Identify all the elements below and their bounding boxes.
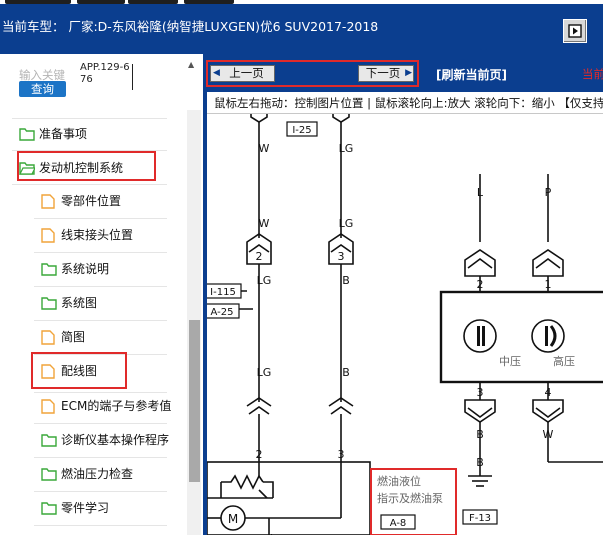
document-icon [41, 330, 55, 345]
sidebar-divider [34, 525, 167, 526]
sidebar-item-label: 系统说明 [61, 262, 110, 276]
wire-color-label: LG [339, 217, 354, 230]
sidebar-item-label: 准备事项 [39, 127, 88, 141]
sidebar-divider [34, 286, 167, 287]
next-page-button[interactable]: 下一页 ▶ [358, 65, 414, 82]
highlight-box-engine [17, 151, 156, 181]
sidebar-item-label: 诊断仪基本操作程序 [61, 433, 170, 447]
pin-number: 2 [256, 250, 263, 263]
highlight-box-wiring [31, 352, 127, 389]
wire-color-label: LG [257, 274, 272, 287]
sidebar-item-label: 线束接头位置 [61, 228, 134, 242]
pin-number: 4 [545, 386, 552, 399]
folder-icon [41, 263, 57, 276]
wire-color-label: W [543, 428, 554, 441]
wire-color-label: W [259, 217, 270, 230]
wire-color-label: B [342, 274, 350, 287]
wiring-diagram[interactable]: M I-25 I-115 A-25 A-8 F-13 W LG W LG LG … [207, 114, 603, 535]
page-nav-bar: ◀ 上一页 下一页 ▶ [刷新当前页] 当前 [203, 54, 603, 92]
app-header: 当前车型： 厂家:D-东风裕隆(纳智捷LUXGEN)优6 SUV2017-201… [0, 4, 603, 54]
hint-bar: 鼠标左右拖动：控制图片位置 | 鼠标滚轮向上:放大 滚轮向下：缩小 【仅支持IE… [203, 92, 603, 114]
sidebar-item-label: 简图 [61, 330, 86, 344]
search-divider [132, 64, 133, 90]
wire-color-label: B [476, 428, 484, 441]
refresh-page-button[interactable]: [刷新当前页] [436, 66, 507, 83]
pin-number: 2 [477, 278, 484, 291]
folder-icon [41, 434, 57, 447]
sidebar-scrollbar-thumb[interactable] [189, 320, 200, 482]
exit-icon [568, 24, 582, 38]
document-icon [41, 399, 55, 414]
pin-number: 3 [338, 250, 345, 263]
svg-text:A-25: A-25 [211, 307, 234, 318]
fuel-level-label: 燃油液位 [377, 474, 421, 488]
wire-color-label: B [476, 456, 484, 469]
svg-text:A-8: A-8 [390, 518, 407, 529]
folder-icon [41, 502, 57, 515]
sidebar-item-label: 系统图 [61, 296, 98, 310]
sidebar-divider [34, 218, 167, 219]
document-icon [41, 228, 55, 243]
sidebar-item-label: 零件学习 [61, 501, 110, 515]
sidebar-divider [12, 184, 167, 185]
sidebar-divider [12, 118, 167, 119]
wire-color-label: LG [339, 142, 354, 155]
svg-text:F-13: F-13 [469, 513, 491, 524]
sidebar-divider [34, 252, 167, 253]
wire-color-label: P [545, 186, 552, 199]
prev-page-button[interactable]: ◀ 上一页 [210, 65, 275, 82]
search-code-text: APP.129-676 [80, 62, 130, 85]
arrow-left-icon: ◀ [213, 68, 220, 78]
wire-color-label: L [477, 186, 484, 199]
folder-icon [19, 128, 35, 141]
sidebar-item-label: 燃油压力检查 [61, 467, 134, 481]
hint-text: 鼠标左右拖动：控制图片位置 | 鼠标滚轮向上:放大 滚轮向下：缩小 【仅支持IE… [214, 96, 603, 110]
wire-color-label: LG [257, 366, 272, 379]
scroll-up-arrow-icon[interactable]: ▲ [188, 60, 194, 69]
svg-text:I-115: I-115 [210, 287, 236, 298]
arrow-right-icon: ▶ [405, 68, 412, 78]
diagram-viewer: ◀ 上一页 下一页 ▶ [刷新当前页] 当前 鼠标左右拖动：控制图片位置 | 鼠… [203, 54, 603, 535]
fuel-pump-label: 指示及燃油泵 [377, 491, 443, 505]
search-button[interactable]: 查询 [19, 81, 66, 97]
pin-number: 3 [477, 386, 484, 399]
sidebar-item-label: 零部件位置 [61, 194, 122, 208]
mid-pressure-label: 中压 [499, 355, 521, 368]
high-pressure-label: 高压 [553, 354, 575, 368]
pin-number: 3 [338, 448, 345, 461]
motor-label: M [228, 512, 238, 526]
sidebar-divider [34, 392, 167, 393]
document-icon [41, 194, 55, 209]
pressure-switch-contacts [477, 325, 557, 347]
current-vehicle-title: 当前车型： 厂家:D-东风裕隆(纳智捷LUXGEN)优6 SUV2017-201… [2, 19, 379, 34]
folder-icon [41, 468, 57, 481]
folder-icon [41, 297, 57, 310]
pin-number: 1 [545, 278, 552, 291]
sidebar-divider [34, 320, 167, 321]
sidebar: 输入关键 APP.129-676 查询 ▲ 准备事项 发动机控制系统 零部件位置… [0, 54, 203, 535]
svg-text:I-25: I-25 [292, 125, 311, 136]
pin-number: 2 [256, 448, 263, 461]
wire-color-label: W [259, 142, 270, 155]
sidebar-divider [34, 457, 167, 458]
sidebar-item-label: ECM的端子与参考值 [61, 399, 172, 413]
sidebar-divider [34, 423, 167, 424]
current-page-label: 当前 [582, 67, 603, 81]
sidebar-divider [34, 491, 167, 492]
wire-color-label: B [342, 366, 350, 379]
exit-button[interactable] [563, 19, 587, 43]
